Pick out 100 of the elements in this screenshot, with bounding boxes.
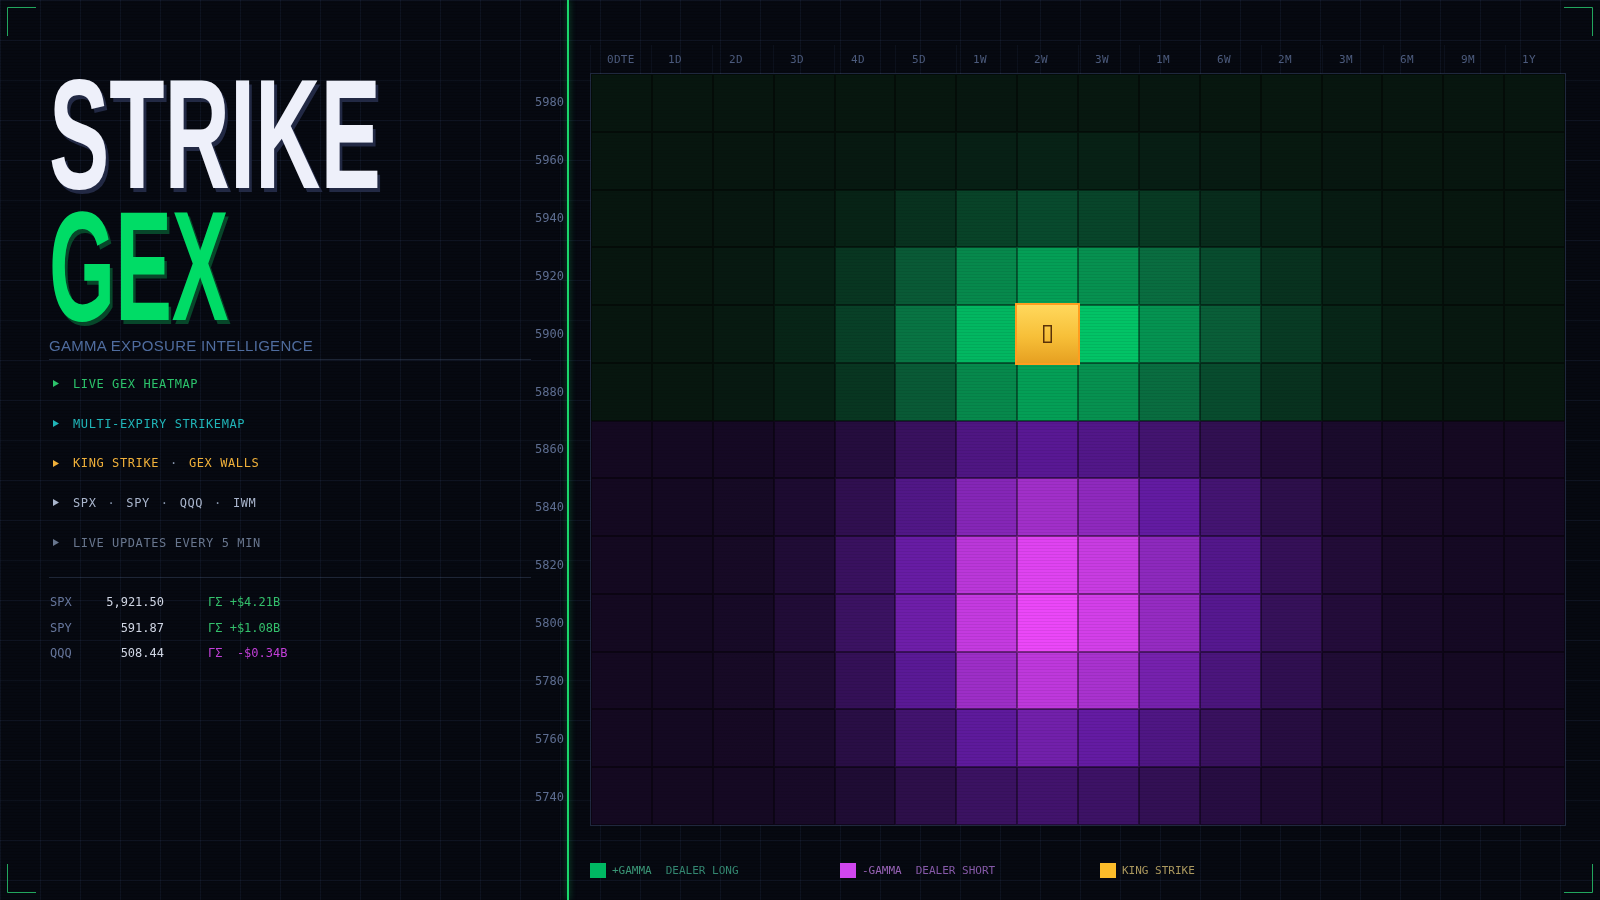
heatmap-cell — [1382, 536, 1444, 594]
heatmap-cell — [773, 709, 835, 768]
heatmap-cell — [834, 651, 896, 710]
heatmap-cell — [1443, 593, 1505, 652]
separator: · — [160, 495, 169, 510]
heatmap-cell — [1078, 478, 1139, 537]
heatmap-cell — [1260, 478, 1322, 537]
heatmap-cell — [1017, 420, 1078, 479]
heatmap-cell — [895, 131, 957, 190]
heatmap-cell — [834, 536, 896, 594]
heatmap-cell — [712, 651, 774, 710]
heatmap-cell — [1138, 478, 1200, 537]
heatmap-cell — [956, 247, 1018, 306]
strike-label: 5940 — [535, 210, 564, 225]
feature-label: LIVE UPDATES EVERY 5 MIN — [73, 535, 261, 550]
gamma-exposure-value: ΓΣ +$4.21B — [208, 595, 281, 610]
heatmap-cell — [1321, 767, 1383, 825]
expiry-label: 4D — [851, 52, 865, 66]
heatmap-cell — [1382, 478, 1444, 537]
heatmap-cell — [1199, 247, 1261, 306]
expiry-label: 9M — [1461, 52, 1475, 66]
heatmap-cell — [1443, 74, 1505, 132]
heatmap-cell — [712, 767, 774, 825]
heatmap-cell — [651, 362, 713, 421]
heatmap-cell — [956, 189, 1018, 248]
legend-label: -GAMMA — [862, 863, 902, 878]
heatmap-cell — [1382, 651, 1444, 710]
expiry-label: 3M — [1339, 52, 1353, 66]
heatmap-cell — [895, 420, 957, 479]
corner-bracket-icon — [1564, 864, 1593, 893]
heatmap-cell — [956, 478, 1018, 537]
separator: · — [170, 456, 178, 471]
heatmap-cell — [1138, 709, 1200, 768]
heatmap-cell — [956, 131, 1018, 190]
feature-label: MULTI-EXPIRY STRIKEMAP — [73, 416, 246, 431]
heatmap-cell — [1504, 74, 1565, 132]
gamma-exposure-value: ΓΣ +$1.08B — [208, 620, 281, 635]
heatmap-cell — [1504, 651, 1565, 710]
strike-label: 5760 — [535, 732, 564, 747]
heatmap-cell — [1260, 305, 1322, 363]
heatmap-cell — [1078, 305, 1139, 363]
heatmap-cell — [1321, 651, 1383, 710]
heatmap-cell — [773, 478, 835, 537]
expiry-label: 5D — [912, 52, 926, 66]
heatmap-cell — [834, 709, 896, 768]
heatmap-cell — [1199, 536, 1261, 594]
heatmap-cell — [956, 709, 1018, 768]
corner-bracket-icon — [7, 864, 36, 893]
heatmap-cell — [1382, 709, 1444, 768]
heatmap-cell — [773, 593, 835, 652]
heatmap-cell — [1138, 420, 1200, 479]
ticker-price: 508.44 — [119, 646, 164, 661]
heatmap-cell — [651, 767, 713, 825]
heatmap-cell — [1017, 189, 1078, 248]
heatmap-cell — [1260, 593, 1322, 652]
heatmap-cell — [1504, 131, 1565, 190]
heatmap-cell — [1078, 767, 1139, 825]
feature-label: SPX — [73, 495, 97, 510]
heatmap-cell — [1017, 478, 1078, 537]
strike-label: 5880 — [535, 384, 564, 399]
heatmap-cell — [1321, 247, 1383, 306]
legend-note: DEALER LONG — [665, 863, 739, 878]
heatmap-cell — [1504, 189, 1565, 248]
heatmap-cell — [1199, 420, 1261, 479]
heatmap-cell — [1199, 709, 1261, 768]
heatmap-cell — [895, 767, 957, 825]
heatmap-cell — [1078, 189, 1139, 248]
gamma-exposure-value: ΓΣ -$0.34B — [208, 646, 288, 661]
expiry-label: 1M — [1156, 52, 1170, 66]
strike-label: 5840 — [535, 500, 564, 515]
heatmap-cell — [895, 362, 957, 421]
heatmap-cell — [1260, 131, 1322, 190]
heatmap-cell — [1078, 131, 1139, 190]
feature-label: KING STRIKE — [73, 456, 160, 471]
heatmap-cell — [834, 305, 896, 363]
heatmap-cell — [956, 420, 1018, 479]
heatmap-cell — [712, 247, 774, 306]
heatmap-cell — [1260, 247, 1322, 306]
heatmap-cell — [1078, 247, 1139, 306]
heatmap-cell — [895, 593, 957, 652]
heatmap-cell — [1138, 651, 1200, 710]
heatmap-cell — [773, 74, 835, 132]
heatmap-cell — [1321, 536, 1383, 594]
heatmap-cell — [1017, 651, 1078, 710]
strike-label: 5980 — [535, 94, 564, 109]
strike-label: 5860 — [535, 442, 564, 457]
heatmap-cell — [895, 478, 957, 537]
heatmap-cell — [1260, 74, 1322, 132]
heatmap-cell — [956, 767, 1018, 825]
heatmap-cell — [591, 131, 652, 190]
heatmap-cell — [1504, 305, 1565, 363]
ticker-price: 591.87 — [119, 620, 164, 635]
expiry-label: 6M — [1400, 52, 1414, 66]
heatmap-cell — [1138, 767, 1200, 825]
heatmap-cell — [895, 189, 957, 248]
heatmap-cell — [1504, 247, 1565, 306]
feature-label: IWM — [232, 495, 257, 510]
heatmap-cell — [712, 536, 774, 594]
heatmap-cell — [773, 767, 835, 825]
separator: · — [107, 495, 116, 510]
